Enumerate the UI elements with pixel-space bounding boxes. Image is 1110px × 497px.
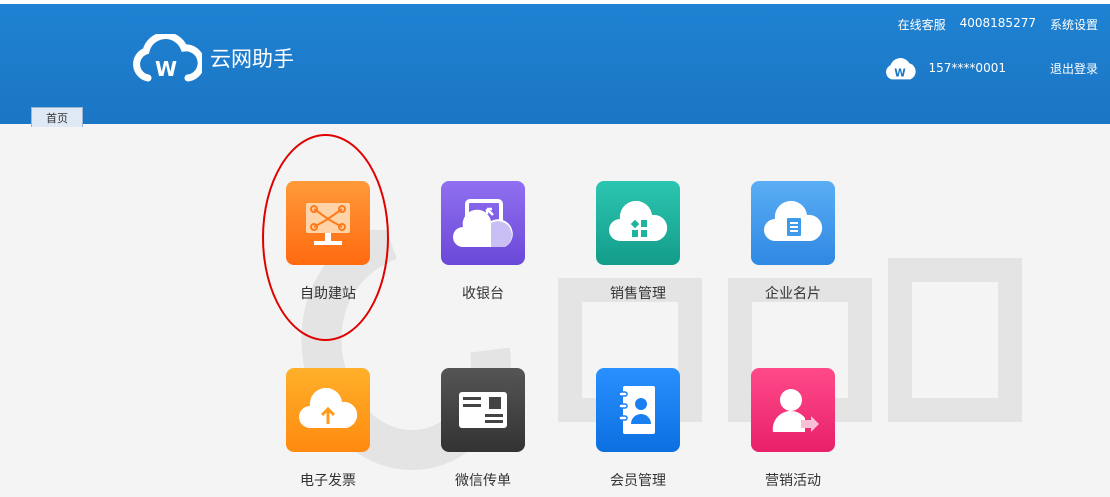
app-tile-member[interactable]: 会员管理 <box>596 368 680 490</box>
app-tile-sales[interactable]: 销售管理 <box>596 181 680 303</box>
app-tile-marketing[interactable]: 营销活动 <box>751 368 835 490</box>
app-title: 云网助手 <box>210 47 294 71</box>
svg-text:W: W <box>894 68 906 80</box>
app-label: 会员管理 <box>610 473 666 489</box>
app-tile-wechat-flyer[interactable]: 微信传单 <box>441 368 525 490</box>
user-area: W 157****0001 退出登录 <box>883 54 1098 82</box>
member-book-icon <box>596 368 680 452</box>
app-label: 电子发票 <box>300 473 356 489</box>
app-label: 销售管理 <box>610 286 666 302</box>
flyer-icon <box>441 368 525 452</box>
user-avatar-icon: W <box>885 58 916 80</box>
app-tile-business-card[interactable]: 企业名片 <box>751 181 835 303</box>
card-cloud-icon <box>751 181 835 265</box>
app-label: 自助建站 <box>300 286 356 302</box>
tab-home[interactable]: 首页 <box>31 107 83 127</box>
top-header: W 云网助手 在线客服 4008185277 系统设置 W 157****000… <box>0 0 1110 127</box>
user-phone: 157****0001 <box>928 61 1006 75</box>
app-label: 企业名片 <box>765 286 821 302</box>
marketing-user-icon <box>751 368 835 452</box>
app-tile-site-builder[interactable]: 自助建站 <box>286 181 370 303</box>
system-settings-link[interactable]: 系统设置 <box>1050 16 1098 33</box>
cloud-w-logo-icon: W <box>133 34 202 82</box>
app-logo[interactable]: W 云网助手 <box>130 34 294 82</box>
svg-text:W: W <box>155 57 177 81</box>
upload-cloud-icon <box>286 368 370 452</box>
online-service-link[interactable]: 在线客服 <box>898 16 946 33</box>
app-tile-e-invoice[interactable]: 电子发票 <box>286 368 370 490</box>
top-links: 在线客服 4008185277 系统设置 <box>898 16 1098 33</box>
app-label: 收银台 <box>462 286 504 302</box>
app-label: 营销活动 <box>765 473 821 489</box>
sales-cloud-icon <box>596 181 680 265</box>
logout-link[interactable]: 退出登录 <box>1050 60 1098 77</box>
app-label: 微信传单 <box>455 473 511 489</box>
monitor-icon <box>286 181 370 265</box>
app-tile-cashier[interactable]: 收银台 <box>441 181 525 303</box>
cashier-icon <box>441 181 525 265</box>
hotline-number[interactable]: 4008185277 <box>960 16 1036 33</box>
watermark-logo-icon <box>301 230 1022 470</box>
